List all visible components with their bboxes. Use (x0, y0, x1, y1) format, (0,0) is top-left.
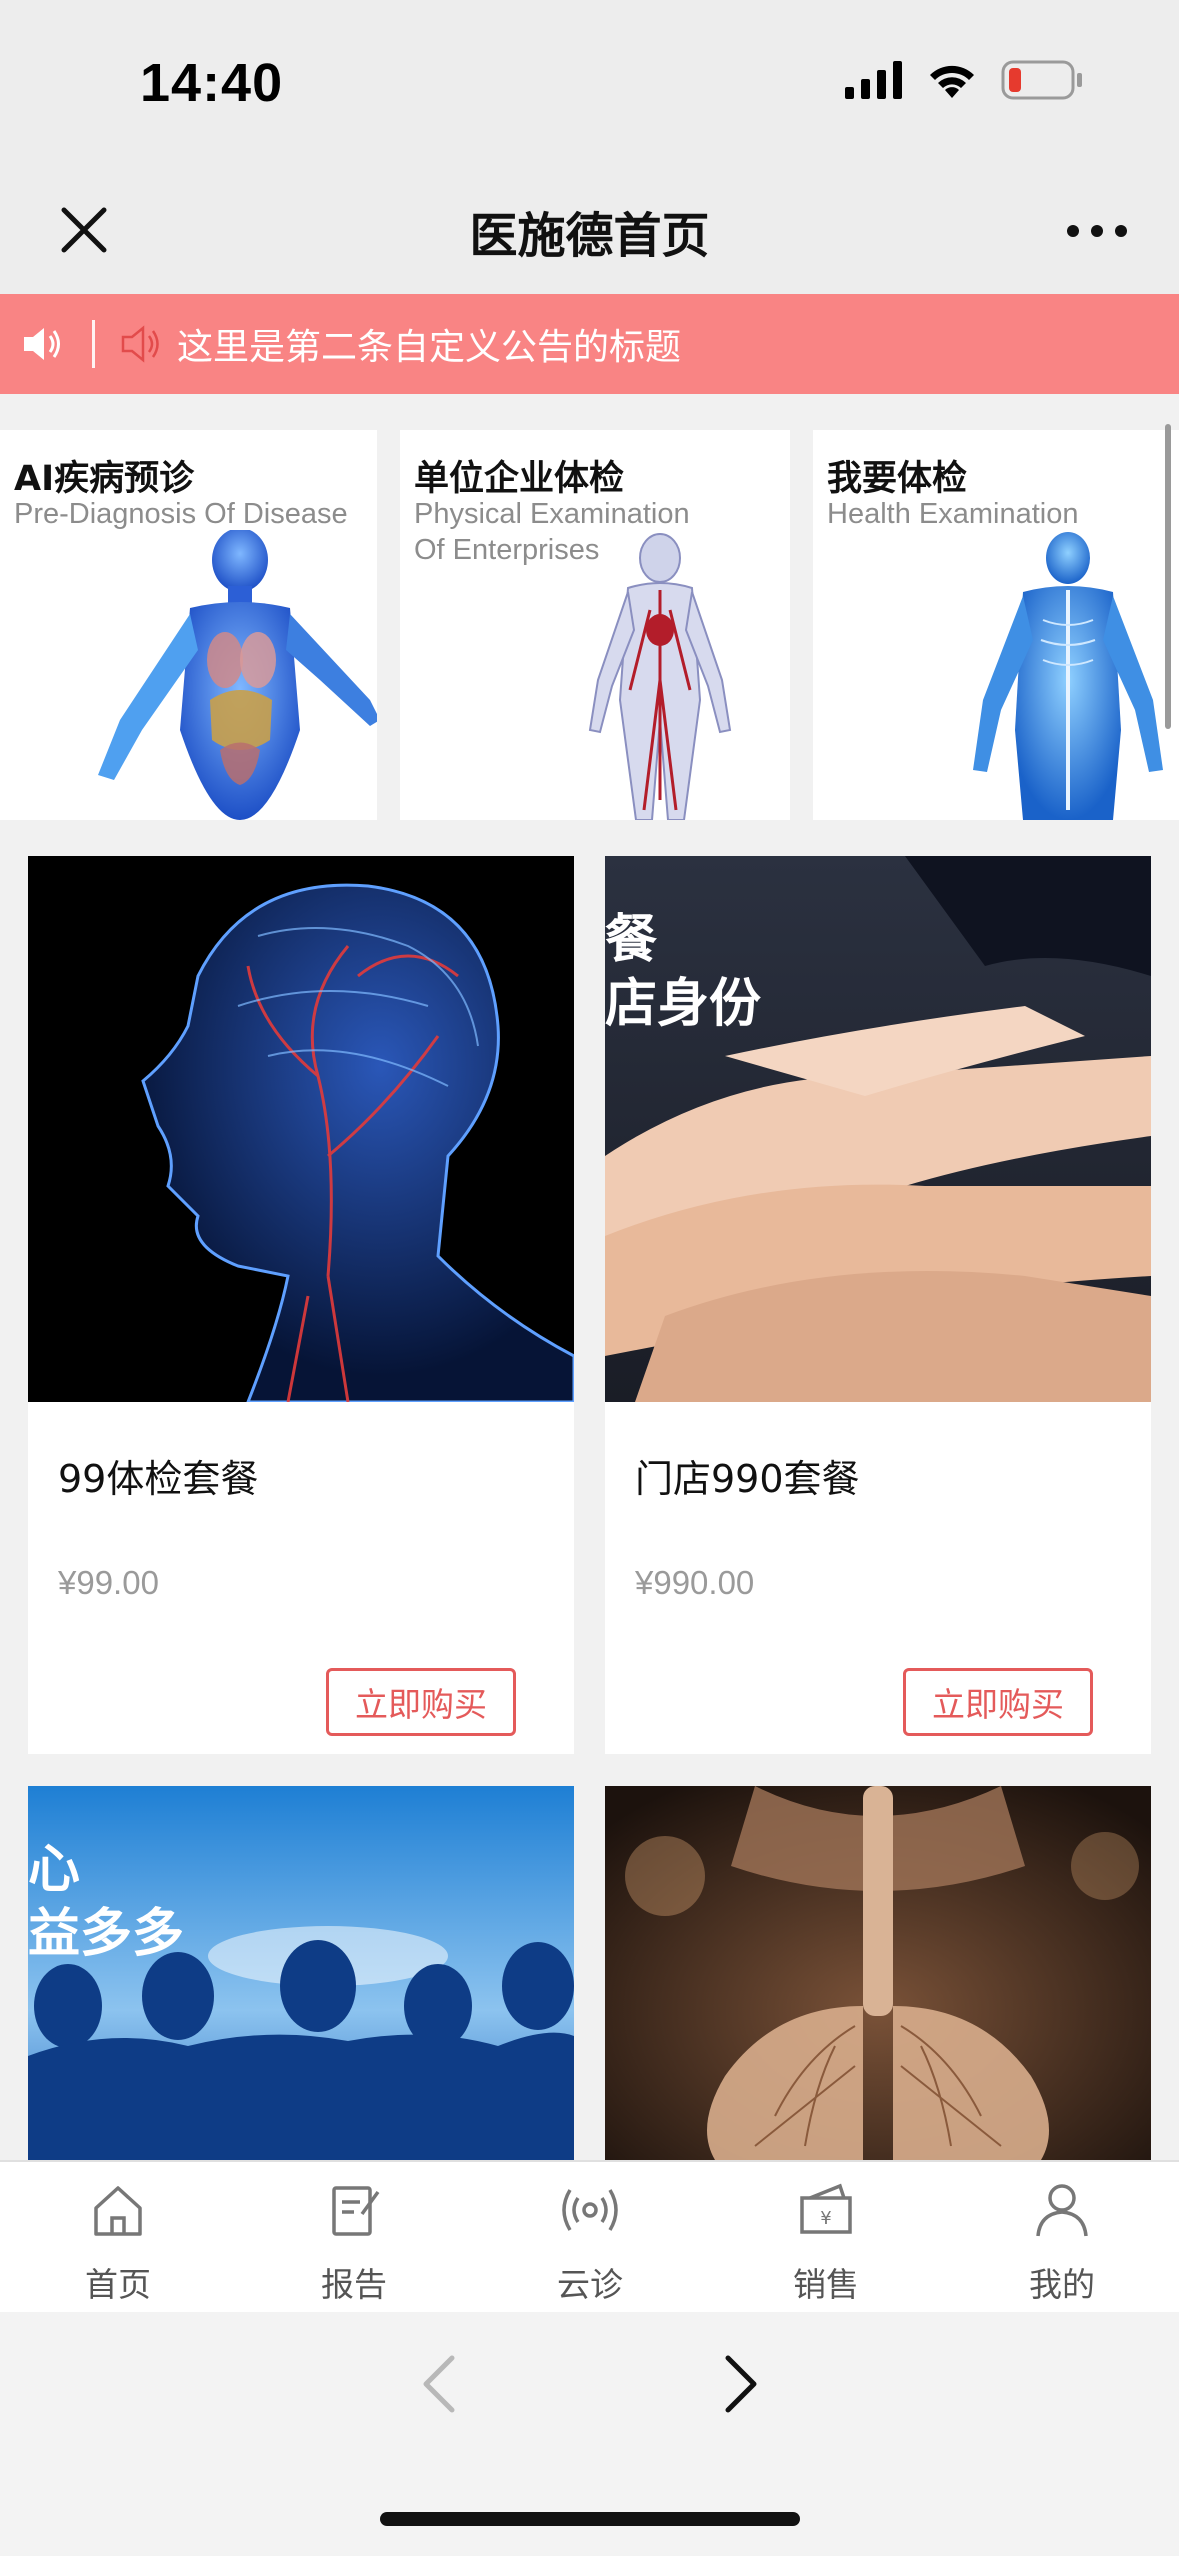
category-subtitle-line: Pre-Diagnosis Of Disease (14, 498, 348, 530)
category-card-health-exam[interactable]: 我要体检 Health Examination (813, 430, 1179, 820)
back-chevron-icon[interactable] (416, 2352, 460, 2416)
page-title: 医施德首页 (469, 208, 710, 264)
product-card[interactable]: 餐 店身份 门店990套餐 ¥990.00 立即购买 (605, 856, 1151, 1754)
nav-bar: 医施德首页 (0, 170, 1179, 294)
image-overlay-text: 心 益多多 (28, 1838, 184, 1966)
product-image (605, 1786, 1151, 2160)
announcement-bar[interactable]: 这里是第二条自定义公告的标题 (0, 294, 1179, 394)
product-card[interactable]: 99体检套餐 ¥99.00 立即购买 (28, 856, 574, 1754)
overlay-line: 益多多 (28, 1904, 185, 1964)
tab-cloud-consult[interactable]: 云诊 (472, 2162, 708, 2314)
home-icon (94, 2186, 142, 2236)
circulatory-figure-image (588, 533, 732, 820)
category-row: AI疾病预诊 Pre-Diagnosis Of Disease 单位企业体检 P… (0, 430, 1179, 820)
tab-label: 报告 (321, 2265, 387, 2304)
svg-text:¥: ¥ (820, 2208, 831, 2229)
tab-bar: 首页 报告 云诊 ¥ 销售 我的 (0, 2160, 1179, 2312)
speaker-icon (24, 328, 60, 360)
category-title: AI疾病预诊 (14, 459, 195, 499)
category-title: 我要体检 (827, 459, 968, 499)
signal-icon (845, 61, 902, 99)
tab-me[interactable]: 我的 (944, 2162, 1179, 2314)
browser-nav-bar (0, 2312, 1179, 2556)
tab-label: 云诊 (557, 2265, 623, 2304)
category-card-enterprise-exam[interactable]: 单位企业体检 Physical Examination Of Enterpris… (400, 430, 790, 820)
wallet-icon: ¥ (800, 2183, 852, 2234)
brain-xray-image (28, 856, 574, 1402)
status-bar: 14:40 (0, 0, 1179, 170)
product-price: ¥99.00 (58, 1564, 159, 1601)
product-image: 心 益多多 (28, 1786, 574, 2160)
skeleton-figure-image (973, 532, 1163, 820)
product-name: 门店990套餐 (635, 1457, 860, 1501)
report-icon (332, 2186, 380, 2236)
anatomy-figure-image (98, 530, 377, 820)
tab-label: 销售 (793, 2265, 859, 2304)
tab-report[interactable]: 报告 (236, 2162, 472, 2314)
product-price: ¥990.00 (635, 1564, 755, 1601)
lungs-image (605, 1786, 1151, 2160)
category-title: 单位企业体检 (414, 459, 625, 499)
speaker-outline-icon (121, 325, 159, 363)
more-icon[interactable] (1065, 216, 1129, 246)
category-subtitle: Pre-Diagnosis Of Disease (14, 496, 348, 532)
category-subtitle-line: Health Examination (827, 498, 1079, 530)
product-name: 99体检套餐 (58, 1457, 259, 1501)
category-subtitle: Health Examination (827, 496, 1078, 532)
person-icon (1036, 2184, 1088, 2237)
forward-chevron-icon[interactable] (720, 2352, 764, 2416)
overlay-line: 餐 (605, 910, 658, 970)
overlay-line: 店身份 (605, 974, 762, 1034)
category-scrollbar[interactable] (1165, 424, 1171, 729)
product-image: 餐 店身份 (605, 856, 1151, 1402)
tab-label: 首页 (85, 2265, 151, 2304)
buy-now-button[interactable]: 立即购买 (903, 1668, 1093, 1736)
tab-sales[interactable]: ¥ 销售 (708, 2162, 944, 2314)
status-icons (845, 60, 1083, 100)
announcement-text: 这里是第二条自定义公告的标题 (177, 327, 682, 368)
tab-home[interactable]: 首页 (0, 2162, 236, 2314)
category-subtitle-line: Physical Examination (414, 498, 690, 530)
product-image (28, 856, 574, 1402)
overlay-line: 心 (28, 1840, 81, 1900)
broadcast-icon (562, 2189, 618, 2231)
product-card[interactable] (605, 1786, 1151, 2160)
buy-now-button[interactable]: 立即购买 (326, 1668, 516, 1736)
battery-low-icon (1001, 60, 1082, 100)
tab-label: 我的 (1029, 2265, 1095, 2304)
product-card[interactable]: 心 益多多 (28, 1786, 574, 2160)
image-overlay-text: 餐 店身份 (605, 908, 761, 1036)
category-card-ai-prediagnosis[interactable]: AI疾病预诊 Pre-Diagnosis Of Disease (0, 430, 377, 820)
wifi-icon (930, 65, 974, 98)
status-time: 14:40 (140, 53, 284, 113)
home-indicator[interactable] (380, 2512, 800, 2526)
notice-divider (92, 320, 95, 368)
